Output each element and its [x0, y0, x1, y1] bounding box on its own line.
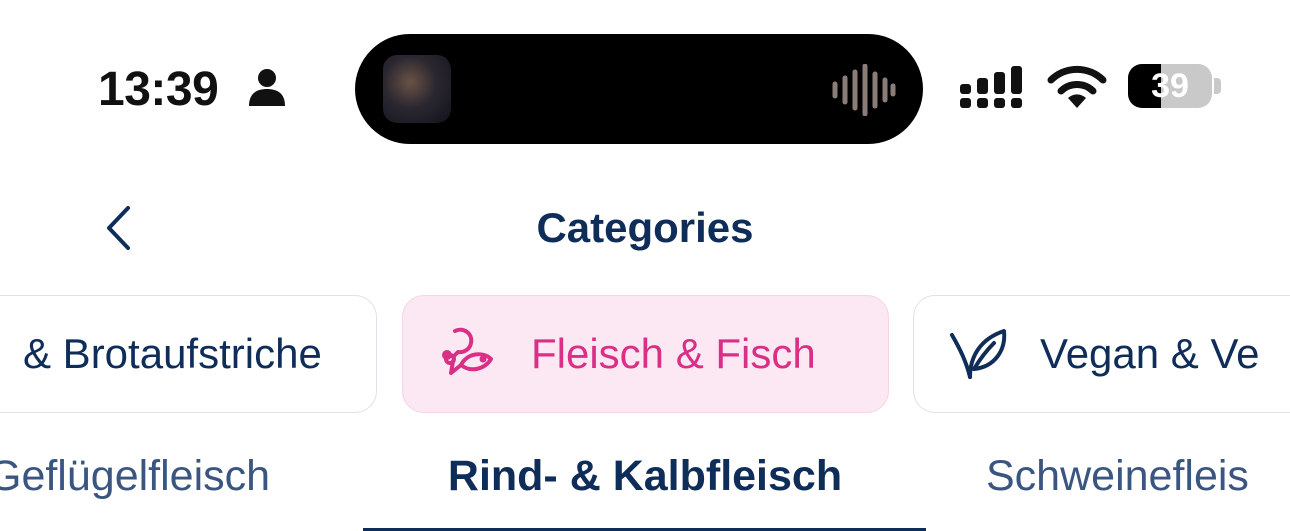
battery-indicator: 39 [1128, 64, 1212, 108]
wifi-icon [1047, 65, 1107, 108]
battery-cap [1214, 78, 1221, 94]
audio-waveform-icon [832, 64, 896, 116]
category-chip-label: Fleisch & Fisch [531, 330, 816, 377]
dynamic-island[interactable] [355, 34, 923, 144]
category-chip-vegan[interactable]: Vegan & Ve [913, 295, 1290, 413]
category-chip-label: & Brotaufstriche [23, 330, 322, 377]
category-chip-fleisch-fisch[interactable]: Fleisch & Fisch [402, 295, 889, 413]
page-title: Categories [536, 204, 754, 251]
person-icon [249, 69, 285, 106]
category-chip-brotaufstriche[interactable]: & Brotaufstriche [0, 295, 377, 413]
status-time: 13:39 [98, 63, 219, 116]
cellular-signal-icon [960, 66, 1022, 108]
meat-fish-icon [442, 327, 493, 375]
battery-percent: 39 [1151, 67, 1189, 105]
now-playing-artwork [383, 55, 451, 123]
subcategory-tab-schweinefleisch[interactable]: Schweinefleis [986, 452, 1249, 501]
leaf-icon [950, 329, 1007, 379]
category-chip-label: Vegan & Ve [1040, 330, 1260, 377]
